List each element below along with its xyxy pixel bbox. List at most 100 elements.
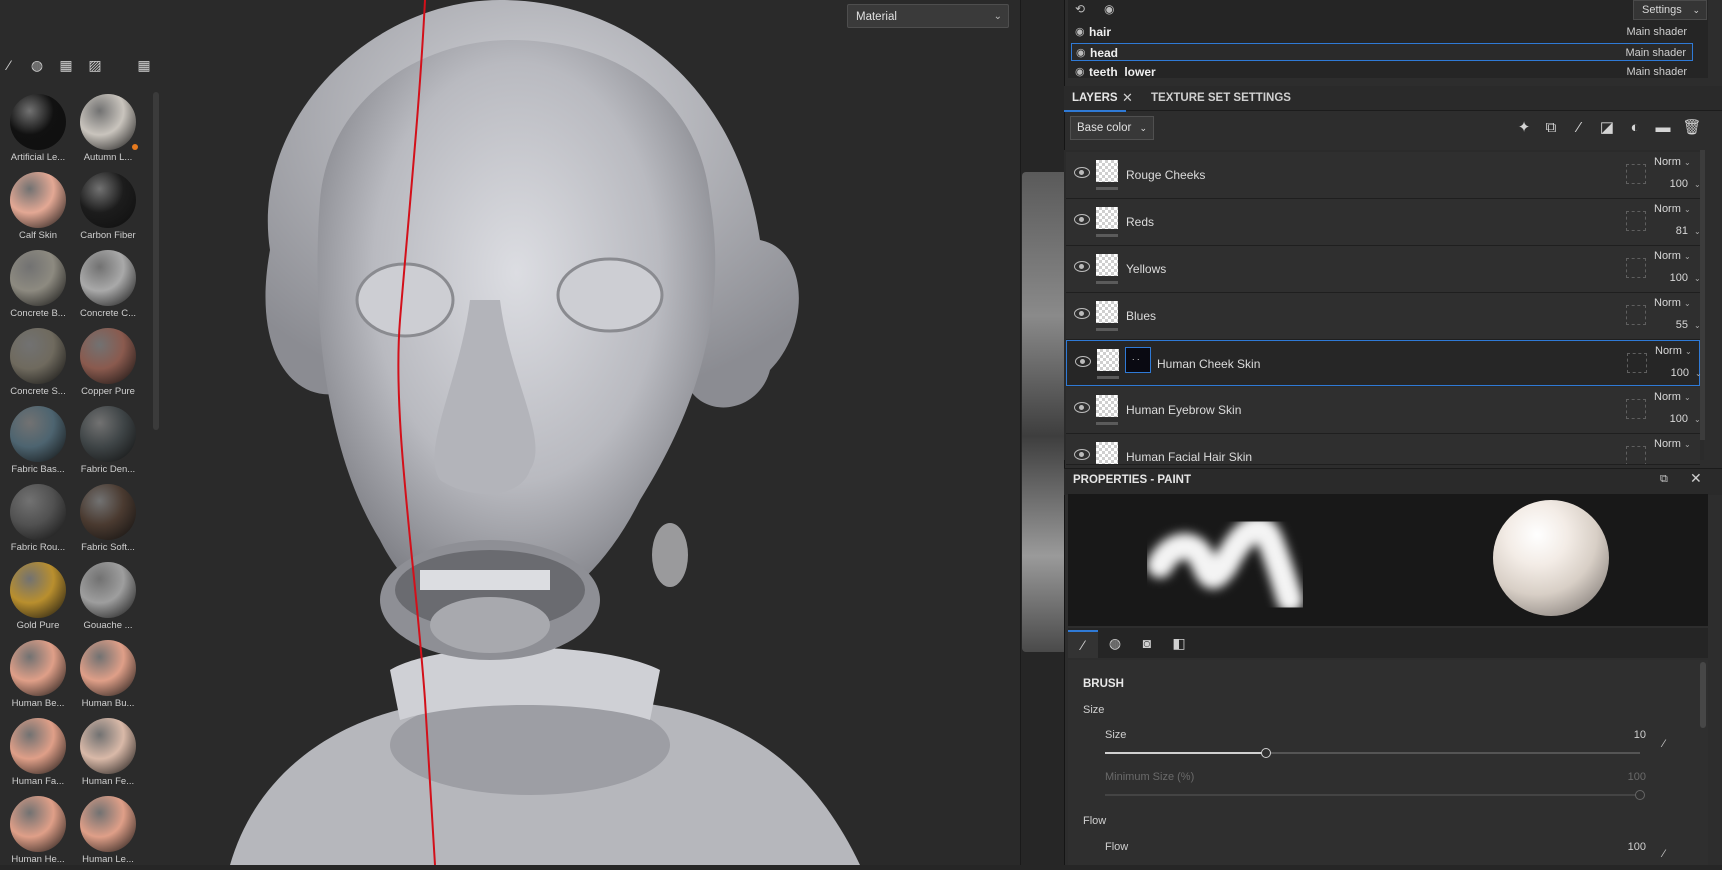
- material-tile[interactable]: Concrete S...: [1, 324, 75, 402]
- flow-value[interactable]: 100: [1606, 841, 1646, 853]
- viewport-mode-select[interactable]: Material ⌄: [847, 4, 1009, 28]
- float-panel-icon[interactable]: ⧉: [1660, 473, 1668, 486]
- layer-row[interactable]: Human Eyebrow Skin Norm ⌄ 100 ⌄: [1066, 387, 1701, 434]
- material-tile[interactable]: Autumn L...: [71, 90, 145, 168]
- material-tile[interactable]: Fabric Rou...: [1, 480, 75, 558]
- layer-name: Blues: [1126, 309, 1157, 323]
- layer-blend-mode[interactable]: Norm: [1654, 438, 1681, 450]
- layer-scrollbar[interactable]: [1700, 150, 1705, 440]
- material-tile[interactable]: Fabric Soft...: [71, 480, 145, 558]
- layer-row[interactable]: Blues Norm ⌄ 55 ⌄: [1066, 293, 1701, 340]
- layer-visibility-eye-icon[interactable]: [1074, 308, 1090, 319]
- material-tile[interactable]: Fabric Bas...: [1, 402, 75, 480]
- material-tab-icon[interactable]: ◍: [1100, 630, 1130, 656]
- layer-opacity[interactable]: 100: [1666, 272, 1688, 284]
- tab-texture-set-settings[interactable]: TEXTURE SET SETTINGS: [1143, 86, 1299, 110]
- material-tile[interactable]: Human Le...: [71, 792, 145, 870]
- viewport-3d[interactable]: Material ⌄: [170, 0, 1020, 865]
- layer-opacity[interactable]: 100: [1666, 178, 1688, 190]
- grid-view-icon[interactable]: ▦: [135, 56, 153, 74]
- fill-layer-icon[interactable]: ◪: [1597, 118, 1617, 138]
- shader-name[interactable]: Main shader: [1625, 44, 1686, 62]
- material-tile[interactable]: Human Bu...: [71, 636, 145, 714]
- eye-icon[interactable]: ◉: [1076, 44, 1086, 62]
- eye-icon[interactable]: ◉: [1104, 2, 1114, 16]
- material-tile[interactable]: Concrete B...: [1, 246, 75, 324]
- material-tile[interactable]: Carbon Fiber: [71, 168, 145, 246]
- brush-tab-icon[interactable]: ⁄: [1068, 630, 1098, 658]
- layer-visibility-eye-icon[interactable]: [1074, 449, 1090, 460]
- layer-blend-mode[interactable]: Norm: [1654, 391, 1681, 403]
- texture-set-settings-dropdown[interactable]: Settings ⌄: [1633, 0, 1707, 20]
- layer-visibility-eye-icon[interactable]: [1074, 261, 1090, 272]
- layer-visibility-eye-icon[interactable]: [1075, 356, 1091, 367]
- material-filter-icon[interactable]: ◍: [28, 56, 46, 74]
- paint-layer-icon[interactable]: ⁄: [1569, 118, 1589, 138]
- close-icon[interactable]: ✕: [1690, 470, 1702, 487]
- texture-set-row[interactable]: ◉ head Main shader: [1071, 43, 1693, 61]
- folder-icon[interactable]: ▬: [1653, 118, 1673, 138]
- add-effect-icon[interactable]: ✦: [1514, 118, 1534, 138]
- texture-set-row[interactable]: ◉ hair Main shader: [1071, 23, 1693, 41]
- head-model: [230, 0, 860, 865]
- material-name: Human Fe...: [81, 776, 135, 787]
- layer-effects-placeholder: [1626, 211, 1646, 231]
- layer-blend-mode[interactable]: Norm: [1654, 156, 1681, 168]
- layer-opacity[interactable]: 55: [1666, 319, 1688, 331]
- material-tile[interactable]: Artificial Le...: [1, 90, 75, 168]
- material-tile[interactable]: Human He...: [1, 792, 75, 870]
- smart-material-filter-icon[interactable]: ▦: [57, 56, 75, 74]
- layer-opacity[interactable]: 100: [1667, 367, 1689, 379]
- layer-blend-mode[interactable]: Norm: [1654, 203, 1681, 215]
- texture-set-row[interactable]: ◉ teeth_lower Main shader: [1071, 63, 1693, 77]
- texture-filter-icon[interactable]: ▨: [86, 56, 104, 74]
- material-tile[interactable]: Gouache ...: [71, 558, 145, 636]
- material-tile[interactable]: Copper Pure: [71, 324, 145, 402]
- layer-blend-mode[interactable]: Norm: [1654, 250, 1681, 262]
- add-mask-icon[interactable]: ⧉: [1541, 118, 1561, 138]
- shader-name[interactable]: Main shader: [1626, 23, 1687, 41]
- layer-blend-mode[interactable]: Norm: [1655, 345, 1682, 357]
- layer-visibility-eye-icon[interactable]: [1074, 402, 1090, 413]
- layer-row[interactable]: Human Facial Hair SkinNorm⌄⌄: [1066, 434, 1700, 465]
- material-tile[interactable]: Human Fa...: [1, 714, 75, 792]
- trash-icon[interactable]: 🗑: [1682, 118, 1702, 138]
- material-tile[interactable]: Human Fe...: [71, 714, 145, 792]
- chevron-down-icon: ⌄: [1684, 158, 1691, 167]
- layer-opacity[interactable]: 100: [1666, 413, 1688, 425]
- size-value[interactable]: 10: [1606, 729, 1646, 741]
- shader-name[interactable]: Main shader: [1626, 63, 1687, 77]
- sync-icon[interactable]: ⟲: [1075, 2, 1085, 16]
- material-tile[interactable]: Concrete C...: [71, 246, 145, 324]
- channel-select[interactable]: Base color ⌄: [1070, 116, 1154, 140]
- brush-filter-icon[interactable]: ⁄: [0, 56, 18, 74]
- stencil-tab-icon[interactable]: ◧: [1164, 630, 1194, 656]
- layer-opacity[interactable]: 81: [1666, 225, 1688, 237]
- pen-pressure-icon[interactable]: ⁄: [1663, 848, 1665, 860]
- layer-name: Human Eyebrow Skin: [1126, 403, 1242, 417]
- tab-layers[interactable]: LAYERS: [1064, 86, 1126, 112]
- alpha-tab-icon[interactable]: ◙: [1132, 630, 1162, 656]
- layer-row[interactable]: Human Cheek SkinNorm⌄100⌄: [1066, 340, 1702, 386]
- layer-visibility-eye-icon[interactable]: [1074, 167, 1090, 178]
- layer-row[interactable]: Yellows Norm ⌄ 100 ⌄: [1066, 246, 1701, 293]
- material-name: Human Fa...: [11, 776, 65, 787]
- material-tile[interactable]: Human Be...: [1, 636, 75, 714]
- layer-mask-thumbnail[interactable]: [1125, 347, 1151, 373]
- texture-set-name: teeth_lower: [1089, 65, 1156, 77]
- layer-row[interactable]: Rouge Cheeks Norm ⌄ 100 ⌄: [1066, 152, 1701, 199]
- eye-icon[interactable]: ◉: [1075, 63, 1085, 77]
- shelf-scrollbar[interactable]: [153, 92, 159, 430]
- layer-blend-mode[interactable]: Norm: [1654, 297, 1681, 309]
- material-tile[interactable]: Calf Skin: [1, 168, 75, 246]
- material-tile[interactable]: Fabric Den...: [71, 402, 145, 480]
- properties-scrollbar[interactable]: [1700, 662, 1706, 728]
- close-icon[interactable]: ✕: [1122, 90, 1133, 106]
- layer-visibility-eye-icon[interactable]: [1074, 214, 1090, 225]
- smart-mask-icon[interactable]: ◐: [1625, 118, 1645, 138]
- layer-row[interactable]: Reds Norm ⌄ 81 ⌄: [1066, 199, 1701, 246]
- size-slider-handle[interactable]: [1260, 748, 1271, 758]
- material-tile[interactable]: Gold Pure: [1, 558, 75, 636]
- eye-icon[interactable]: ◉: [1075, 23, 1085, 41]
- pen-pressure-icon[interactable]: ⁄: [1663, 738, 1665, 750]
